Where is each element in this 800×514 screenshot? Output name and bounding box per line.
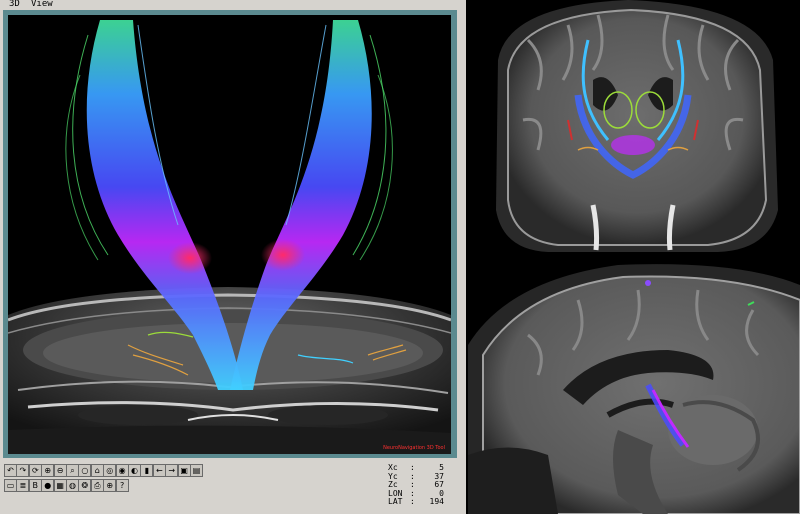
coord-separator: :	[410, 497, 415, 506]
coronal-mri-view[interactable]	[468, 0, 800, 252]
viewer-window: 3D View NeuroNavigation 3D Tool ↶ ↷ ⟳ ⊕ …	[0, 0, 466, 514]
sagittal-mri-view[interactable]	[468, 255, 800, 514]
zoom-out-icon: ⊖	[56, 466, 64, 475]
coord-row-lat: LAT: 194	[388, 497, 458, 507]
arrow-right-button[interactable]: →	[165, 464, 179, 477]
globe-icon: ◎	[106, 466, 114, 475]
circle-button[interactable]: ○	[78, 464, 92, 477]
coord-label: LAT	[388, 497, 403, 506]
arrow-left-icon: ←	[155, 466, 163, 475]
box-button[interactable]: ▮	[140, 464, 154, 477]
rotate-left-button[interactable]: ↶	[4, 464, 17, 477]
rotate-right-button[interactable]: ↷	[16, 464, 30, 477]
coord-value: 194	[429, 497, 444, 506]
brain-button[interactable]: ❂	[78, 479, 92, 492]
box-icon: ▮	[144, 466, 150, 475]
brain-icon: ❂	[81, 481, 89, 490]
menu-3d[interactable]: 3D	[9, 0, 20, 10]
film-icon: ▤	[192, 466, 201, 475]
palette-button[interactable]: ◍	[66, 479, 79, 492]
sagittal-slice-image	[468, 264, 800, 514]
help-button[interactable]: ?	[115, 479, 129, 492]
refresh-icon: ⟳	[31, 466, 39, 475]
rotate-right-icon: ↷	[19, 466, 27, 475]
contrast-button[interactable]: ◐	[128, 464, 141, 477]
search-button[interactable]: ⌕	[66, 464, 79, 477]
target-button[interactable]: ◉	[115, 464, 129, 477]
globe-button[interactable]: ◎	[103, 464, 117, 477]
record-button[interactable]: ●	[41, 479, 55, 492]
viewport-frame: NeuroNavigation 3D Tool	[3, 10, 457, 458]
window-button[interactable]: ▭	[4, 479, 17, 492]
camera-icon: ▣	[180, 466, 188, 475]
coordinate-readout: Xc:5 Yc:37 Zc:67 LON:0 LAT:194	[388, 463, 458, 507]
rotate-left-icon: ↶	[7, 466, 14, 475]
grid-icon: ▦	[56, 481, 64, 490]
home-button[interactable]: ⌂	[90, 464, 104, 477]
zoom-in-icon: ⊕	[44, 466, 52, 475]
film-button[interactable]: ▤	[190, 464, 203, 477]
arrow-right-icon: →	[168, 466, 176, 475]
zoom-in-button[interactable]: ⊕	[41, 464, 55, 477]
camera-button[interactable]: ▣	[177, 464, 191, 477]
zoom-out-button[interactable]: ⊖	[53, 464, 67, 477]
record-icon: ●	[44, 481, 52, 490]
window-icon: ▭	[6, 481, 15, 490]
print-button[interactable]: ⎙	[90, 479, 104, 492]
circle-icon: ○	[81, 466, 89, 475]
arrow-left-button[interactable]: ←	[152, 464, 166, 477]
target-icon: ◉	[118, 466, 126, 475]
help-icon: ?	[119, 481, 125, 490]
bev-icon: B	[32, 481, 39, 490]
bev-button[interactable]: B	[28, 479, 42, 492]
grid-button[interactable]: ▦	[53, 479, 67, 492]
home-icon: ⌂	[94, 466, 100, 475]
coronal-slice-image	[496, 0, 778, 252]
3d-viewport[interactable]: NeuroNavigation 3D Tool	[8, 15, 451, 454]
refresh-button[interactable]: ⟳	[28, 464, 42, 477]
print-icon: ⎙	[94, 481, 101, 490]
search-icon: ⌕	[70, 466, 75, 475]
coord-row-xc: Xc:5	[388, 463, 458, 473]
crosshair-button[interactable]: ⊕	[103, 479, 117, 492]
tractography-render	[8, 20, 451, 454]
toolbar: ↶ ↷ ⟳ ⊕ ⊖ ⌕ ○ ⌂ ◎ ◉ ◐ ▮ ← → ▣ ▤ ▭ ≣ B ● ▦ ◍ ❂ ⎙ ⊕?	[4, 464, 204, 496]
layers-button[interactable]: ≣	[16, 479, 30, 492]
palette-icon: ◍	[69, 481, 76, 490]
menu-bar: 3D View	[0, 0, 466, 10]
contrast-icon: ◐	[131, 466, 138, 475]
layers-icon: ≣	[19, 481, 27, 490]
watermark: NeuroNavigation 3D Tool	[383, 445, 445, 451]
coord-row-yc: Yc:37	[388, 472, 458, 482]
crosshair-icon: ⊕	[106, 481, 114, 490]
menu-view[interactable]: View	[31, 0, 53, 10]
